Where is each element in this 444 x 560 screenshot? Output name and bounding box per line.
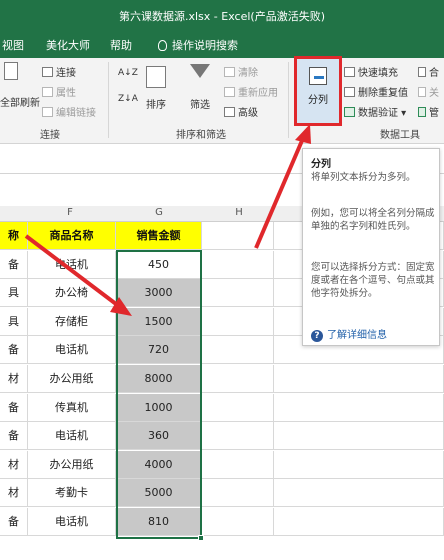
arrow-to-column	[24, 234, 118, 306]
annotation-arrows	[24, 124, 311, 316]
arrow-to-ribbon	[254, 135, 306, 249]
arrow-to-ribbon-head	[295, 124, 311, 144]
